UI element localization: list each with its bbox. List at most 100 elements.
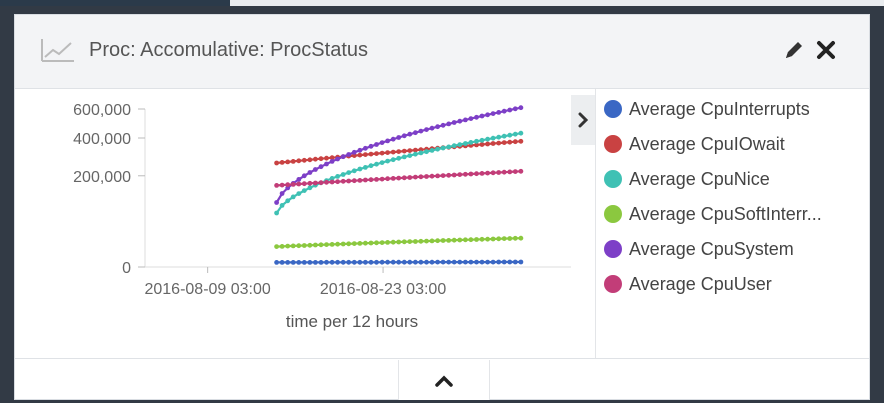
legend-label: Average CpuInterrupts: [629, 98, 810, 119]
data-point: [279, 191, 285, 196]
data-point: [335, 174, 340, 179]
data-point: [385, 150, 390, 155]
data-point: [501, 259, 507, 265]
data-point: [413, 151, 418, 157]
data-point: [396, 155, 402, 161]
data-point: [340, 172, 346, 177]
data-point: [512, 139, 518, 145]
data-point: [479, 236, 485, 242]
data-point: [440, 122, 446, 128]
data-point: [318, 242, 324, 248]
data-point: [424, 238, 429, 244]
data-point: [429, 125, 435, 131]
data-point: [285, 198, 291, 204]
data-point: [413, 239, 418, 244]
legend-item[interactable]: Average CpuIOwait: [604, 131, 785, 157]
data-point: [357, 259, 363, 265]
data-point: [407, 153, 413, 158]
data-point: [285, 260, 291, 265]
data-point: [274, 200, 279, 205]
data-point: [313, 180, 318, 186]
legend-item[interactable]: Average CpuUser: [604, 271, 772, 297]
data-point: [313, 156, 318, 162]
close-icon[interactable]: [813, 37, 839, 63]
x-tick-label: 2016-08-09 03:00: [144, 281, 270, 298]
data-point: [407, 259, 413, 265]
legend-item[interactable]: Average CpuInterrupts: [604, 96, 810, 122]
data-point: [335, 259, 340, 265]
data-point: [385, 138, 390, 144]
data-point: [301, 181, 307, 187]
data-point: [274, 160, 279, 166]
data-point: [490, 259, 496, 265]
data-point: [351, 259, 357, 265]
data-point: [518, 235, 524, 241]
data-point: [335, 241, 340, 247]
legend-item[interactable]: Average CpuSystem: [604, 236, 794, 262]
data-point: [307, 170, 313, 175]
data-point: [285, 182, 291, 188]
panel-footer: [15, 358, 869, 400]
legend-swatch: [604, 275, 622, 293]
data-point: [451, 237, 457, 243]
data-point: [346, 170, 352, 175]
data-point: [485, 112, 490, 118]
data-point: [518, 168, 524, 174]
data-point: [512, 106, 518, 112]
data-point: [385, 240, 390, 245]
pencil-icon[interactable]: [781, 37, 807, 63]
data-point: [479, 259, 485, 265]
data-point: [413, 259, 418, 265]
data-point: [329, 159, 335, 164]
data-point: [418, 128, 424, 134]
data-point: [446, 121, 452, 127]
panel-title: Proc: Accomulative: ProcStatus: [89, 39, 369, 61]
legend-item[interactable]: Average CpuSoftInterr...: [604, 201, 822, 227]
data-point: [340, 259, 346, 265]
data-point: [424, 259, 429, 265]
data-point: [351, 178, 357, 184]
data-point: [324, 242, 329, 248]
data-point: [468, 116, 474, 121]
data-point: [424, 149, 429, 155]
data-point: [296, 243, 302, 249]
data-point: [507, 107, 513, 113]
data-point: [518, 130, 524, 136]
chart-legend: Average CpuInterrupts Average CpuIOwait Av…: [595, 89, 871, 359]
data-point: [318, 180, 324, 186]
legend-label: Average CpuUser: [629, 273, 772, 294]
data-point: [390, 239, 396, 245]
data-point: [479, 137, 485, 143]
data-point: [485, 136, 490, 142]
legend-item[interactable]: Average CpuNice: [604, 166, 770, 192]
data-point: [413, 147, 418, 153]
data-point: [379, 176, 385, 182]
data-point: [435, 238, 440, 244]
data-point: [496, 259, 502, 265]
data-point: [385, 176, 390, 182]
data-point: [501, 169, 507, 175]
chevron-up-icon[interactable]: [398, 360, 490, 400]
data-point: [357, 166, 363, 172]
data-point: [401, 175, 407, 181]
data-point: [374, 151, 379, 156]
data-point: [474, 171, 479, 177]
data-point: [479, 171, 485, 176]
data-point: [324, 179, 329, 185]
data-point: [424, 127, 429, 132]
data-point: [490, 170, 496, 176]
data-point: [446, 259, 452, 265]
data-point: [307, 180, 313, 186]
data-point: [413, 174, 418, 180]
data-point: [474, 259, 479, 265]
data-point: [435, 173, 440, 179]
data-point: [363, 259, 368, 265]
data-point: [463, 141, 468, 146]
legend-label: Average CpuSoftInterr...: [629, 203, 822, 224]
chevron-right-icon[interactable]: [571, 95, 595, 145]
data-point: [279, 182, 285, 188]
data-point: [279, 244, 285, 249]
data-point: [346, 259, 352, 265]
data-point: [440, 145, 446, 151]
data-point: [457, 172, 463, 177]
